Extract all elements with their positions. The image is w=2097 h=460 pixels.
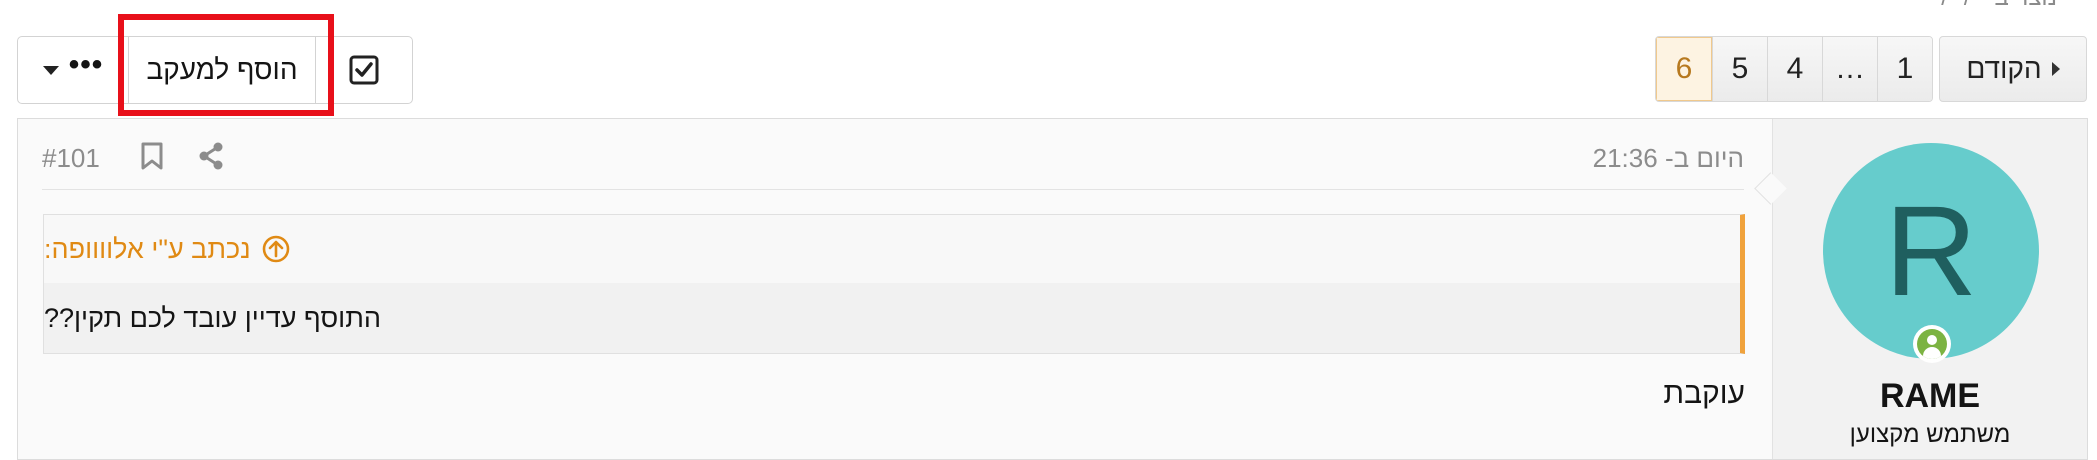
page-link-1[interactable]: 1 (1877, 37, 1932, 101)
more-icon: ••• (68, 48, 104, 81)
page-link-5[interactable]: 5 (1712, 37, 1767, 101)
checkbox-icon (349, 55, 379, 85)
share-icon[interactable] (197, 141, 225, 171)
caret-right-icon (2051, 62, 2060, 76)
watch-thread-button[interactable]: הוסף למעקב (128, 37, 316, 103)
username[interactable]: RAME (1773, 377, 2087, 416)
page-link-current[interactable]: 6 (1656, 37, 1712, 101)
page-link-4[interactable]: 4 (1767, 37, 1822, 101)
post-user-column: R RAME משתמש מקצוען (1772, 119, 2087, 459)
prev-page-button[interactable]: הקודם (1939, 36, 2087, 102)
post-date[interactable]: היום ב- 21:36 (1593, 143, 1744, 174)
quote-header[interactable]: נכתב ע"י אלוווופה: (44, 215, 1740, 283)
post-header: היום ב- 21:36 #101 (42, 119, 1744, 190)
bookmark-icon[interactable] (139, 141, 165, 171)
online-status-icon (1913, 325, 1951, 363)
post: R RAME משתמש מקצוען היום ב- 21:36 #101 נ… (17, 118, 2088, 460)
more-options-button[interactable]: ••• (18, 37, 128, 103)
thread-meta: נוצר ב-··/··/·· · · · (1881, 0, 2057, 11)
user-title: משתמש מקצוען (1849, 421, 2011, 448)
arrow-up-circle-icon[interactable] (261, 234, 291, 264)
post-body: עוקבת (1663, 377, 1745, 410)
thread-actions: ••• הוסף למעקב (17, 36, 413, 104)
quote-author: נכתב ע"י אלוווופה: (44, 233, 251, 264)
post-number[interactable]: #101 (42, 143, 100, 174)
avatar-letter: R (1884, 179, 1978, 323)
prev-page-label: הקודם (1966, 53, 2042, 84)
page-numbers: 1 … 4 5 6 (1655, 36, 1933, 102)
quote-text: התוסף עדיין עובד לכם תקין?? (44, 283, 1740, 353)
page-ellipsis[interactable]: … (1822, 37, 1877, 101)
select-posts-button[interactable] (316, 37, 412, 103)
quote-block: נכתב ע"י אלוווופה: התוסף עדיין עובד לכם … (43, 214, 1745, 354)
pagination: הקודם 1 … 4 5 6 (1655, 36, 2087, 102)
chevron-down-icon (42, 65, 59, 75)
